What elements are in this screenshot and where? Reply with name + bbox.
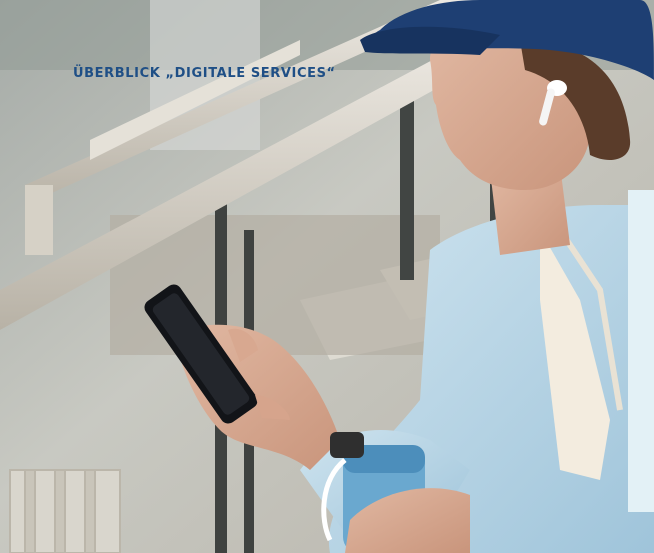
info-panel <box>628 190 654 512</box>
section-kicker: ÜBERBLICK „DIGITALE SERVICES“ <box>73 66 336 81</box>
hero-photo <box>0 0 654 553</box>
